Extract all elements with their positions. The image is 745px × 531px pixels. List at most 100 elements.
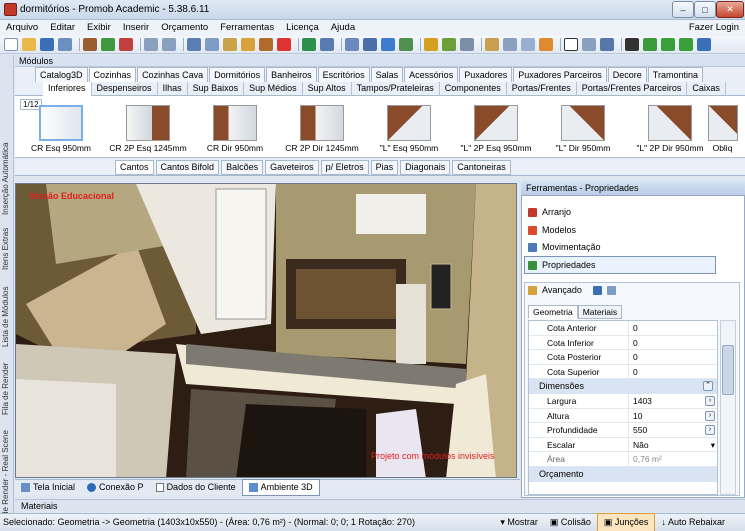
tab-cantos-bifold[interactable]: Cantos Bifold — [155, 159, 220, 175]
scrollbar-thumb[interactable] — [722, 345, 734, 395]
arrow-left-icon[interactable] — [661, 38, 675, 51]
dimensions-section[interactable]: Dimensões ⌃ — [529, 379, 717, 394]
property-row[interactable]: Escalar Não ▾ — [529, 437, 717, 452]
copy-icon[interactable] — [205, 38, 219, 51]
frame-icon[interactable] — [485, 38, 499, 51]
menu-inserir[interactable]: Inserir — [117, 20, 155, 36]
panel-item-arranjo[interactable]: Arranjo — [528, 207, 571, 217]
budget-section[interactable]: Orçamento — [529, 466, 717, 482]
new-file-icon[interactable] — [4, 38, 18, 51]
menu-ajuda[interactable]: Ajuda — [325, 20, 361, 36]
edit-button-icon[interactable]: › — [705, 425, 715, 435]
tab-sup-medios[interactable]: Sup Médios — [244, 81, 303, 96]
render-queue-icon[interactable] — [101, 38, 115, 51]
shape-icon[interactable] — [521, 38, 535, 51]
tab-cantos[interactable]: Cantos — [115, 159, 154, 175]
wand-icon[interactable] — [424, 38, 438, 51]
grid-view-icon[interactable] — [606, 285, 616, 295]
tab-tampos[interactable]: Tampos/Prateleiras — [352, 81, 440, 96]
cursor-icon[interactable] — [564, 38, 578, 51]
tab-puxadores-parceiros[interactable]: Puxadores Parceiros — [513, 67, 607, 82]
arrow-right-icon[interactable] — [679, 38, 693, 51]
auto-rebaixar-toggle[interactable]: ↓ Auto Rebaixar — [655, 514, 745, 531]
menu-orcamento[interactable]: Orçamento — [155, 20, 214, 36]
tab-cozinhas-cava[interactable]: Cozinhas Cava — [137, 67, 209, 82]
dock-tab-lista-modulos[interactable]: Lista de Módulos — [1, 277, 13, 347]
dimension-icon[interactable] — [600, 38, 614, 51]
catalog-item[interactable]: CR 2P Esq 1245mm — [103, 105, 193, 153]
property-row[interactable]: Cota Superior 0 — [529, 364, 717, 379]
tab-pias[interactable]: Pias — [370, 159, 399, 175]
print-icon[interactable] — [119, 38, 133, 51]
help-icon[interactable] — [697, 38, 711, 51]
tab-tramontina[interactable]: Tramontina — [647, 67, 703, 82]
catalog-item[interactable]: "L" Dir 950mm — [538, 105, 628, 153]
undo-icon[interactable] — [144, 38, 158, 51]
tab-cozinhas[interactable]: Cozinhas — [88, 67, 137, 82]
catalog-item[interactable]: Obliq — [700, 105, 745, 153]
tab-catalog3d[interactable]: Catalog3D — [35, 67, 88, 82]
mostrar-button[interactable]: ▾ Mostrar — [494, 514, 544, 531]
catalog-item[interactable]: CR 2P Dir 1245mm — [277, 105, 367, 153]
catalog-item[interactable]: "L" 2P Esq 950mm — [451, 105, 541, 153]
panel-item-propriedades[interactable]: Propriedades — [528, 260, 596, 270]
save-as-icon[interactable] — [58, 38, 72, 51]
property-value[interactable]: 0 — [629, 336, 717, 350]
dock-tab-fila-render[interactable]: Fila de Render — [1, 355, 13, 415]
property-row[interactable]: Altura 10 › — [529, 408, 717, 423]
panel-item-movimentacao[interactable]: Movimentação — [528, 242, 601, 252]
catalog-item[interactable]: "L" Esq 950mm — [364, 105, 454, 153]
property-row[interactable]: Largura 1403 › — [529, 394, 717, 409]
minimize-button[interactable]: – — [672, 1, 694, 18]
tab-puxadores[interactable]: Puxadores — [459, 67, 513, 82]
measure-icon[interactable] — [503, 38, 517, 51]
tab-acessorios[interactable]: Acessórios — [404, 67, 459, 82]
tab-portas-frentes-parceiros[interactable]: Portas/Frentes Parceiros — [577, 81, 688, 96]
layers-icon[interactable] — [363, 38, 377, 51]
eye-plus-icon[interactable] — [442, 38, 456, 51]
tab-balcoes[interactable]: Balcões — [221, 159, 264, 175]
tab-gaveteiros[interactable]: Gaveteiros — [265, 159, 319, 175]
shield-icon[interactable] — [345, 38, 359, 51]
cut-icon[interactable] — [187, 38, 201, 51]
tab-despenseiros[interactable]: Despenseiros — [92, 81, 158, 96]
redo-icon[interactable] — [162, 38, 176, 51]
property-row[interactable]: Cota Anterior 0 — [529, 321, 717, 336]
menu-exibir[interactable]: Exibir — [81, 20, 117, 36]
door-icon[interactable] — [539, 38, 553, 51]
tab-escritorios[interactable]: Escritórios — [317, 67, 370, 82]
property-row[interactable]: Profundidade 550 › — [529, 423, 717, 438]
currency-icon[interactable] — [302, 38, 316, 51]
materials-dock-tab[interactable]: Materiais — [15, 499, 745, 511]
save-icon[interactable] — [40, 38, 54, 51]
view-eye-icon[interactable] — [625, 38, 639, 51]
camera-icon[interactable] — [460, 38, 474, 51]
chart-icon[interactable] — [381, 38, 395, 51]
grid-icon[interactable] — [399, 38, 413, 51]
edit-button-icon[interactable]: › — [705, 410, 715, 421]
juncoes-toggle[interactable]: ▣ Junções — [596, 513, 656, 531]
tab-componentes[interactable]: Componentes — [440, 81, 507, 96]
menu-arquivo[interactable]: Arquivo — [0, 20, 44, 36]
catalog-item[interactable]: CR Dir 950mm — [190, 105, 280, 153]
brush-icon[interactable] — [259, 38, 273, 51]
edit-button-icon[interactable]: › — [705, 396, 715, 406]
property-value[interactable]: 550 › — [629, 423, 717, 437]
property-row[interactable]: Cota Posterior 0 — [529, 350, 717, 365]
viewport-3d[interactable]: Versão Educacional Projeto com módulos i… — [15, 183, 517, 478]
login-link[interactable]: Fazer Login — [689, 20, 739, 36]
tab-diagonais[interactable]: Diagonais — [400, 159, 451, 175]
property-value[interactable]: 10 › — [629, 409, 717, 423]
tab-sup-altos[interactable]: Sup Altos — [303, 81, 352, 96]
list-view-icon[interactable] — [592, 285, 602, 295]
menu-licenca[interactable]: Licença — [280, 20, 325, 36]
tab-tela-inicial[interactable]: Tela Inicial — [15, 480, 81, 495]
maximize-button[interactable]: □ — [694, 1, 716, 18]
chevron-down-icon[interactable]: ▾ — [711, 438, 715, 452]
library-icon[interactable] — [320, 38, 334, 51]
tab-caixas[interactable]: Caixas — [687, 81, 726, 96]
tab-inferiores[interactable]: Inferiores — [43, 81, 92, 96]
paste-icon[interactable] — [223, 38, 237, 51]
catalog-item[interactable]: CR Esq 950mm — [16, 105, 106, 153]
scale-select[interactable]: Não ▾ — [629, 438, 717, 452]
